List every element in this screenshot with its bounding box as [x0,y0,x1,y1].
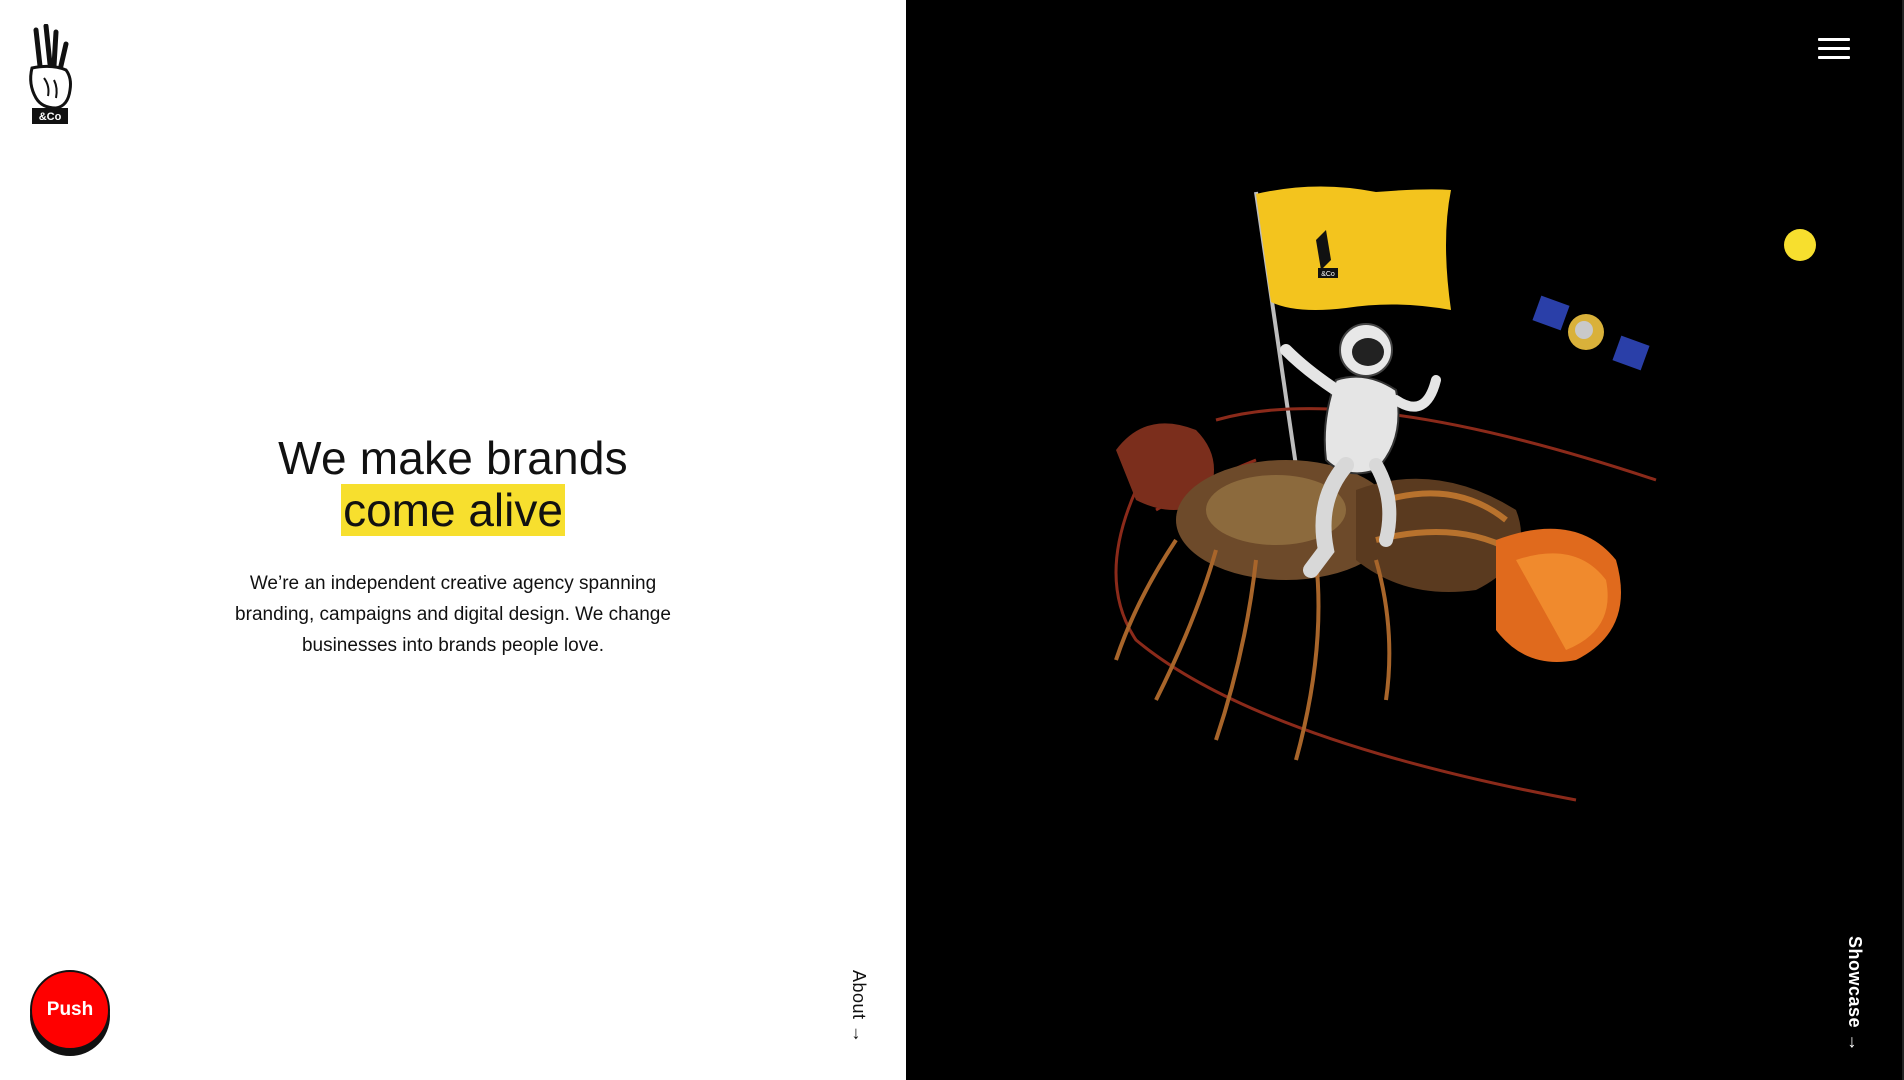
brand-logo[interactable]: &Co [22,23,78,126]
push-button[interactable]: Push [30,970,110,1058]
hamburger-bar [1818,38,1850,41]
lobster-astronaut-illustration: &Co [1114,186,1657,802]
hero-description: We’re an independent creative agency spa… [235,573,671,656]
yellow-dot [1784,229,1816,261]
logo-text: &Co [39,111,62,123]
right-panel: &Co Showcase → [906,0,1904,1080]
page: &Co We make brands come alive We’re an i… [0,0,1904,1080]
hero-headline-highlight: come alive [341,484,565,536]
hand-logo-icon: &Co [29,23,72,124]
satellite-icon [1532,295,1650,371]
push-button-label: Push [30,970,110,1050]
hamburger-bar [1818,47,1850,50]
left-panel: &Co We make brands come alive We’re an i… [0,0,906,1080]
flag-logo-text: &Co [1321,271,1335,278]
about-link[interactable]: About → [848,970,869,1044]
hamburger-icon[interactable] [1818,36,1850,62]
showcase-link[interactable]: Showcase → [1844,936,1865,1052]
lobster-icon [1114,423,1621,761]
hero-headline-line1: We make brands [278,432,628,484]
hamburger-bar [1818,56,1850,59]
hero-section: We make brands come alive We’re an indep… [0,432,906,661]
